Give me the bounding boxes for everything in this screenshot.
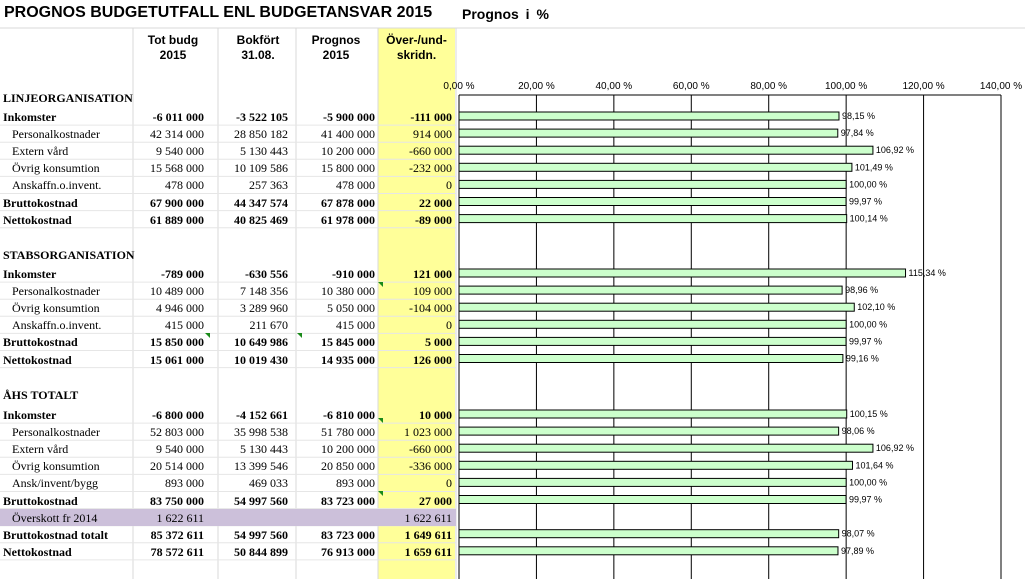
chart-bar: [458, 409, 848, 419]
bar-value-label: 99,16 %: [846, 354, 879, 364]
chart-bar: [458, 214, 848, 224]
bar-value-label: 100,00 %: [849, 319, 887, 329]
chart-bar: [458, 443, 874, 453]
bar-value-label: 98,06 %: [842, 426, 875, 436]
x-tick-label: 120,00 %: [902, 81, 944, 92]
chart-bar: [458, 128, 839, 138]
chart-bar: [458, 477, 847, 487]
bar-value-label: 100,00 %: [849, 477, 887, 487]
x-tick-label: 100,00 %: [825, 81, 867, 92]
chart-bar: [458, 354, 844, 363]
bar-value-label: 100,14 %: [850, 214, 888, 224]
chart-bar: [458, 495, 847, 504]
chart-bar: [458, 111, 840, 121]
chart-bar: [458, 162, 853, 172]
chart-bar: [458, 319, 847, 329]
bar-value-label: 97,89 %: [841, 546, 874, 556]
bar-value-label: 101,64 %: [855, 460, 893, 470]
cell-comment-marker: [378, 282, 383, 287]
bar-value-label: 98,07 %: [842, 529, 875, 539]
cell-comment-marker: [378, 418, 383, 423]
bar-value-label: 106,92 %: [876, 443, 914, 453]
bar-value-label: 99,97 %: [849, 336, 882, 346]
chart-bar: [458, 285, 843, 295]
bar-value-label: 102,10 %: [857, 302, 895, 312]
bar-value-label: 106,92 %: [876, 145, 914, 155]
chart-bar: [458, 426, 840, 436]
bar-value-label: 100,00 %: [849, 179, 887, 189]
chart-bar: [458, 302, 855, 312]
bar-value-label: 101,49 %: [855, 162, 893, 172]
bar-value-label: 115,34 %: [909, 268, 946, 278]
chart-bar: [458, 179, 847, 189]
bar-value-label: 97,84 %: [841, 128, 874, 138]
bar-value-label: 99,97 %: [849, 495, 882, 505]
chart-bar: [458, 529, 840, 539]
bar-value-label: 99,97 %: [849, 197, 882, 207]
x-tick-label: 0,00 %: [443, 81, 474, 92]
bar-value-label: 98,15 %: [842, 111, 875, 121]
chart-bar: [458, 145, 874, 155]
cell-comment-marker: [205, 333, 210, 338]
x-tick-label: 140,00 %: [980, 81, 1022, 92]
cell-comment-marker: [297, 333, 302, 338]
bar-value-label: 100,15 %: [850, 409, 888, 419]
chart-bar: [458, 336, 847, 346]
chart-bar: [458, 546, 839, 556]
cell-comment-marker: [378, 491, 383, 496]
x-tick-label: 80,00 %: [750, 81, 787, 92]
chart-bar: [458, 268, 907, 278]
x-tick-label: 40,00 %: [596, 81, 633, 92]
x-tick-label: 20,00 %: [518, 81, 555, 92]
x-tick-label: 60,00 %: [673, 81, 710, 92]
chart-bar: [458, 460, 853, 470]
bar-value-label: 98,96 %: [845, 285, 878, 295]
prognos-bar-chart: 0,00 % 20,00 % 40,00 % 60,00 % 80,00 % 100,00…: [443, 81, 1022, 579]
chart-bar: [458, 197, 847, 206]
